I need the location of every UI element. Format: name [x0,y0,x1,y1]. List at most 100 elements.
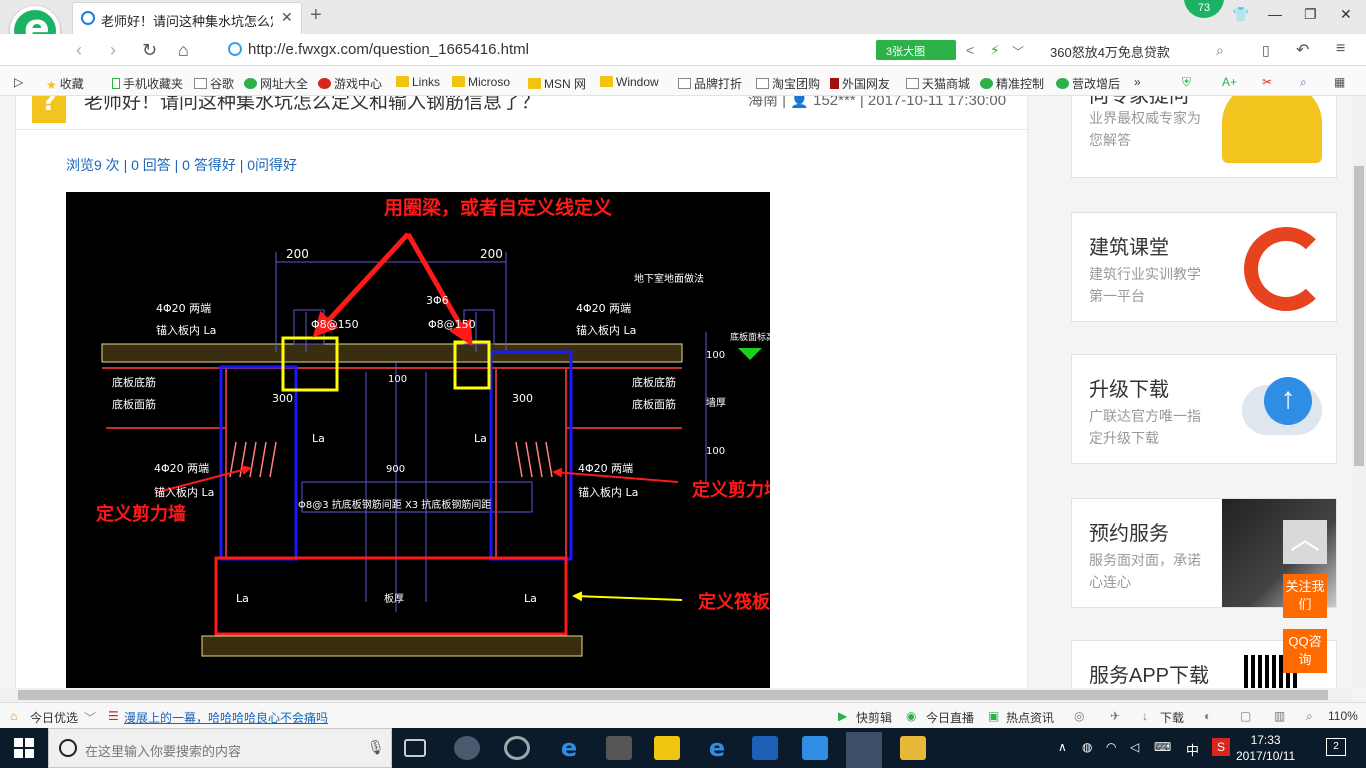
notification-badge[interactable]: 73 [1184,0,1224,18]
keyboard-icon[interactable]: ⌨ [1154,740,1171,754]
card-building-class[interactable]: 建筑课堂 建筑行业实训教学第一平台 [1071,212,1337,322]
search-icon[interactable]: ⌕ [1216,42,1224,59]
question-stats[interactable]: 浏览9 次 | 0 回答 | 0 答得好 | 0问得好 [66,155,297,175]
bookmark-tmall[interactable]: 天猫商城 [906,75,970,92]
speed-icon[interactable]: ◎ [1074,709,1084,723]
bookmark-google[interactable]: 谷歌 [194,75,234,92]
hotnews-label[interactable]: 热点资讯 [1006,709,1054,726]
bookmark-taobao[interactable]: 淘宝团购 [756,75,820,92]
sync-app-icon[interactable] [504,736,530,760]
close-window-icon[interactable]: ✕ [1340,6,1352,23]
shirt-icon[interactable]: 👕 [1232,6,1249,23]
bookmark-favorites[interactable]: ★ 收藏 [46,75,84,92]
follow-us-button[interactable]: 关注我们 [1283,574,1327,618]
ime-indicator[interactable]: 中 [1186,740,1199,759]
bookmark-microsoft[interactable]: Microso [452,75,510,89]
scroll-thumb[interactable] [1354,166,1364,466]
qq-consult-button[interactable]: QQ咨询 [1283,629,1327,673]
page-icon [906,78,919,89]
edge-icon[interactable]: e [556,736,582,760]
task-view-icon[interactable] [404,739,426,757]
file-explorer-icon[interactable] [654,736,680,760]
browser-tab[interactable]: 老师好！请问这种集水坑怎么定义... ✕ [72,2,302,34]
ad-text[interactable]: 360怒放4万免息贷款 [1050,42,1170,61]
windows-start-icon[interactable] [14,738,34,758]
quickcut-label[interactable]: 快剪辑 [856,709,892,726]
download-label[interactable]: 下载 [1160,709,1184,726]
notes-app-icon[interactable] [900,736,926,760]
bookmark-toggle-icon[interactable]: ▷ [14,75,23,89]
username[interactable]: 152*** [813,96,856,109]
bookmark-foreign[interactable]: 外国网友 [830,75,890,92]
plus-app-icon[interactable] [802,736,828,760]
action-center-icon[interactable]: 2 [1326,738,1346,756]
dim-100-right2: 100 [706,446,725,457]
region[interactable]: 海南 [748,96,778,109]
bookmark-precise[interactable]: 精准控制 [980,75,1044,92]
mic-icon[interactable]: 🎙 [367,739,385,756]
new-tab-icon[interactable]: + [310,4,322,27]
more-bookmarks-icon[interactable]: » [1134,75,1141,89]
card-upgrade-download[interactable]: 升级下载 广联达官方唯一指定升级下载 ↑ [1071,354,1337,464]
zoom-level[interactable]: 110% [1328,709,1358,723]
pin-icon[interactable]: ✈ [1110,709,1120,723]
trash-icon[interactable]: ▥ [1274,709,1285,723]
back-icon[interactable]: ‹ [76,40,82,61]
card-ask-expert[interactable]: 向专家提问 业界最权威专家为您解答 [1071,96,1337,178]
horizontal-scrollbar[interactable] [0,688,1352,702]
bookmark-hao[interactable]: 网址大全 [244,75,308,92]
sogou-icon[interactable]: S [1212,738,1230,756]
menu-icon[interactable]: ≡ [1336,40,1345,58]
store-icon[interactable] [606,736,632,760]
bookmark-windows[interactable]: Window [600,75,659,89]
bookmark-msn[interactable]: MSN 网 [528,75,586,92]
scroll-thumb[interactable] [18,690,1328,700]
bookmark-vat[interactable]: 营改增后 [1056,75,1120,92]
minimize-icon[interactable]: — [1268,6,1282,22]
bookmark-games[interactable]: 游戏中心 [318,75,382,92]
taskbar-search[interactable]: 在这里输入你要搜索的内容 🎙 [48,728,392,768]
maximize-icon[interactable]: ❐ [1304,6,1317,23]
wifi-icon[interactable]: ◠ [1106,740,1116,754]
tab-close-icon[interactable]: ✕ [281,9,293,26]
volume-icon[interactable]: ◁ [1130,740,1139,754]
bookmark-brand[interactable]: 品牌打折 [678,75,742,92]
sound-icon[interactable]: ◐ [1204,709,1211,723]
scissors-icon[interactable]: ✂ [1262,75,1272,89]
system-clock[interactable]: 17:33 2017/10/11 [1236,732,1295,764]
cad-drawing-image[interactable]: 用圈梁，或者自定义线定义 定义剪力墙 定义剪力墙 定义筏板 200 200 4Φ… [66,192,770,688]
vertical-scrollbar[interactable] [1352,96,1366,688]
translate-icon[interactable]: A+ [1222,75,1237,89]
share-icon[interactable]: < [966,42,974,58]
360-browser-task-icon[interactable] [846,732,882,768]
back-to-top-button[interactable]: ︿ [1283,520,1327,564]
tray-expand-icon[interactable]: ∧ [1058,740,1067,754]
rebar-label-bl: 4Φ20 两端 [154,462,209,475]
bookmark-mobile[interactable]: 手机收藏夹 [112,75,183,92]
glodon-icon[interactable] [752,736,778,760]
home-icon[interactable]: ⌂ [178,40,189,61]
news-label[interactable]: 今日优选 [30,709,78,726]
grid-icon[interactable]: ▦ [1334,75,1345,89]
bookmark-links[interactable]: Links [396,75,440,89]
live-label[interactable]: 今日直播 [926,709,974,726]
address-bar[interactable]: http://e.fwxgx.com/question_1665416.html [224,38,864,62]
refresh-icon[interactable]: ↻ [142,40,157,61]
bolt-icon[interactable]: ⚡ [990,42,1000,59]
forward-icon[interactable]: › [110,40,116,61]
phone-icon[interactable]: ▯ [1262,42,1270,59]
page-icon [756,78,769,89]
pinwheel-app-icon[interactable] [454,736,480,760]
news-headline[interactable]: 漫展上的一幕，哈哈哈哈良心不会痛吗 [124,709,328,726]
zoom-icon[interactable]: ⌕ [1306,709,1313,724]
url-text[interactable]: http://e.fwxgx.com/question_1665416.html [248,41,529,58]
shield-icon[interactable]: ⛨ [1182,75,1191,90]
chevron-down-icon[interactable]: ﹀ [84,709,96,726]
chevron-down-icon[interactable]: ﹀ [1012,43,1024,60]
tray-app-icon[interactable]: ◍ [1082,740,1092,754]
ie-icon[interactable]: e [704,736,730,760]
window-icon[interactable]: ▢ [1240,709,1251,723]
undo-icon[interactable]: ↶ [1296,40,1309,60]
screenshot-button[interactable]: 3张大图 [876,40,956,60]
search-icon[interactable]: ⌕ [1300,75,1307,90]
